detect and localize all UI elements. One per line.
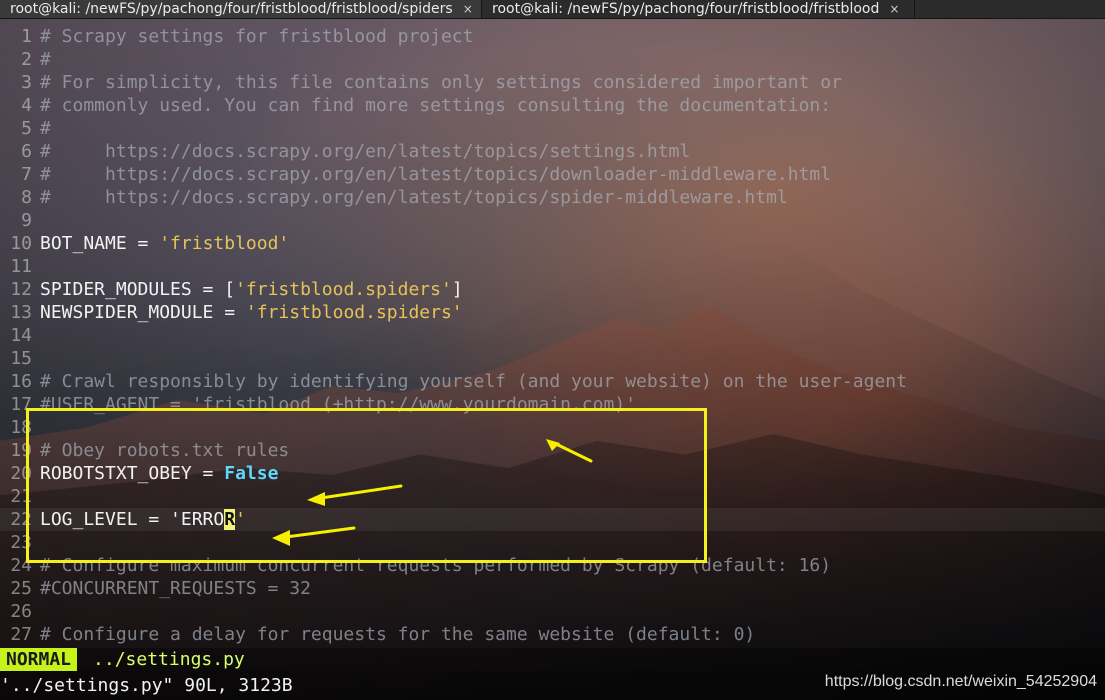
line-text: # Obey robots.txt rules: [40, 440, 290, 461]
line-text: #: [40, 118, 51, 139]
line-number: 2: [21, 49, 32, 70]
editor-lines: 1 # Scrapy settings for fristblood projec…: [0, 25, 1105, 646]
tab-title: root@kali: /newFS/py/pachong/four/fristb…: [492, 1, 880, 17]
terminal-tab-inactive[interactable]: root@kali: /newFS/py/pachong/four/fristb…: [482, 0, 915, 18]
close-icon[interactable]: ×: [889, 0, 899, 18]
vim-statusline: NORMAL ../settings.py: [0, 648, 1105, 671]
line-text: # For simplicity, this file contains onl…: [40, 72, 842, 93]
code-line[interactable]: 27 # Configure a delay for requests for t…: [0, 623, 1105, 646]
code-line[interactable]: 3 # For simplicity, this file contains on…: [0, 71, 1105, 94]
status-filename: ../settings.py: [93, 649, 245, 670]
code-line[interactable]: 17 #USER_AGENT = 'fristblood (+http://www…: [0, 393, 1105, 416]
line-number: 23: [10, 532, 32, 553]
line-text: # Configure a delay for requests for the…: [40, 624, 756, 645]
line-text: LOG_LEVEL = 'ERROR': [40, 509, 246, 530]
line-number: 12: [10, 279, 32, 300]
code-line[interactable]: 10 BOT_NAME = 'fristblood': [0, 232, 1105, 255]
code-line[interactable]: 4 # commonly used. You can find more sett…: [0, 94, 1105, 117]
code-line[interactable]: 6 # https://docs.scrapy.org/en/latest/top…: [0, 140, 1105, 163]
line-text: #USER_AGENT = 'fristblood (+http://www.y…: [40, 394, 637, 415]
line-text: # https://docs.scrapy.org/en/latest/topi…: [40, 164, 832, 185]
line-number: 20: [10, 463, 32, 484]
code-line[interactable]: 26: [0, 600, 1105, 623]
code-line[interactable]: 7 # https://docs.scrapy.org/en/latest/top…: [0, 163, 1105, 186]
code-line[interactable]: 9: [0, 209, 1105, 232]
tab-title: root@kali: /newFS/py/pachong/four/fristb…: [10, 1, 453, 17]
line-text: #: [40, 49, 51, 70]
code-line[interactable]: 13 NEWSPIDER_MODULE = 'fristblood.spiders…: [0, 301, 1105, 324]
line-number: 6: [21, 141, 32, 162]
line-number: 15: [10, 348, 32, 369]
terminal-tab-bar: root@kali: /newFS/py/pachong/four/fristb…: [0, 0, 1105, 19]
line-number: 1: [21, 26, 32, 47]
line-text: # Scrapy settings for fristblood project: [40, 26, 474, 47]
code-line[interactable]: 22 LOG_LEVEL = 'ERROR': [0, 508, 1105, 531]
line-number: 16: [10, 371, 32, 392]
code-line[interactable]: 11: [0, 255, 1105, 278]
line-number: 14: [10, 325, 32, 346]
line-number: 11: [10, 256, 32, 277]
code-line[interactable]: 8 # https://docs.scrapy.org/en/latest/top…: [0, 186, 1105, 209]
line-text: # commonly used. You can find more setti…: [40, 95, 832, 116]
terminal-tab-active[interactable]: root@kali: /newFS/py/pachong/four/fristb…: [0, 0, 482, 18]
code-line[interactable]: 2 #: [0, 48, 1105, 71]
line-text: # https://docs.scrapy.org/en/latest/topi…: [40, 187, 788, 208]
code-line[interactable]: 23: [0, 531, 1105, 554]
line-number: 27: [10, 624, 32, 645]
code-line[interactable]: 24 # Configure maximum concurrent request…: [0, 554, 1105, 577]
code-line[interactable]: 20 ROBOTSTXT_OBEY = False: [0, 462, 1105, 485]
close-icon[interactable]: ×: [463, 0, 473, 18]
line-number: 5: [21, 118, 32, 139]
code-line[interactable]: 25 #CONCURRENT_REQUESTS = 32: [0, 577, 1105, 600]
code-line[interactable]: 16 # Crawl responsibly by identifying you…: [0, 370, 1105, 393]
text-cursor: R: [224, 509, 236, 530]
code-line[interactable]: 1 # Scrapy settings for fristblood projec…: [0, 25, 1105, 48]
line-number: 22: [10, 509, 32, 530]
code-line[interactable]: 21: [0, 485, 1105, 508]
code-line[interactable]: 5 #: [0, 117, 1105, 140]
line-text: #CONCURRENT_REQUESTS = 32: [40, 578, 311, 599]
line-text: # Configure maximum concurrent requests …: [40, 555, 832, 576]
line-number: 24: [10, 555, 32, 576]
line-number: 19: [10, 440, 32, 461]
line-text: BOT_NAME = 'fristblood': [40, 233, 290, 254]
line-number: 17: [10, 394, 32, 415]
mode-indicator: NORMAL: [0, 648, 78, 671]
line-number: 18: [10, 417, 32, 438]
watermark-url: https://blog.csdn.net/weixin_54252904: [824, 673, 1097, 690]
line-text: SPIDER_MODULES = ['fristblood.spiders']: [40, 279, 463, 300]
line-number: 13: [10, 302, 32, 323]
code-line[interactable]: 12 SPIDER_MODULES = ['fristblood.spiders'…: [0, 278, 1105, 301]
line-number: 4: [21, 95, 32, 116]
code-line[interactable]: 14: [0, 324, 1105, 347]
line-number: 7: [21, 164, 32, 185]
line-number: 10: [10, 233, 32, 254]
line-number: 8: [21, 187, 32, 208]
command-line-text: '../settings.py" 90L, 3123B: [0, 675, 293, 696]
line-text: # Crawl responsibly by identifying yours…: [40, 371, 907, 392]
code-line[interactable]: 19 # Obey robots.txt rules: [0, 439, 1105, 462]
code-line[interactable]: 18: [0, 416, 1105, 439]
line-text: ROBOTSTXT_OBEY = False: [40, 463, 279, 484]
line-number: 3: [21, 72, 32, 93]
line-number: 26: [10, 601, 32, 622]
line-text: # https://docs.scrapy.org/en/latest/topi…: [40, 141, 691, 162]
vim-editor[interactable]: 1 # Scrapy settings for fristblood projec…: [0, 18, 1105, 648]
line-text: NEWSPIDER_MODULE = 'fristblood.spiders': [40, 302, 463, 323]
line-number: 25: [10, 578, 32, 599]
line-number: 9: [21, 210, 32, 231]
code-line[interactable]: 15: [0, 347, 1105, 370]
line-number: 21: [10, 486, 32, 507]
